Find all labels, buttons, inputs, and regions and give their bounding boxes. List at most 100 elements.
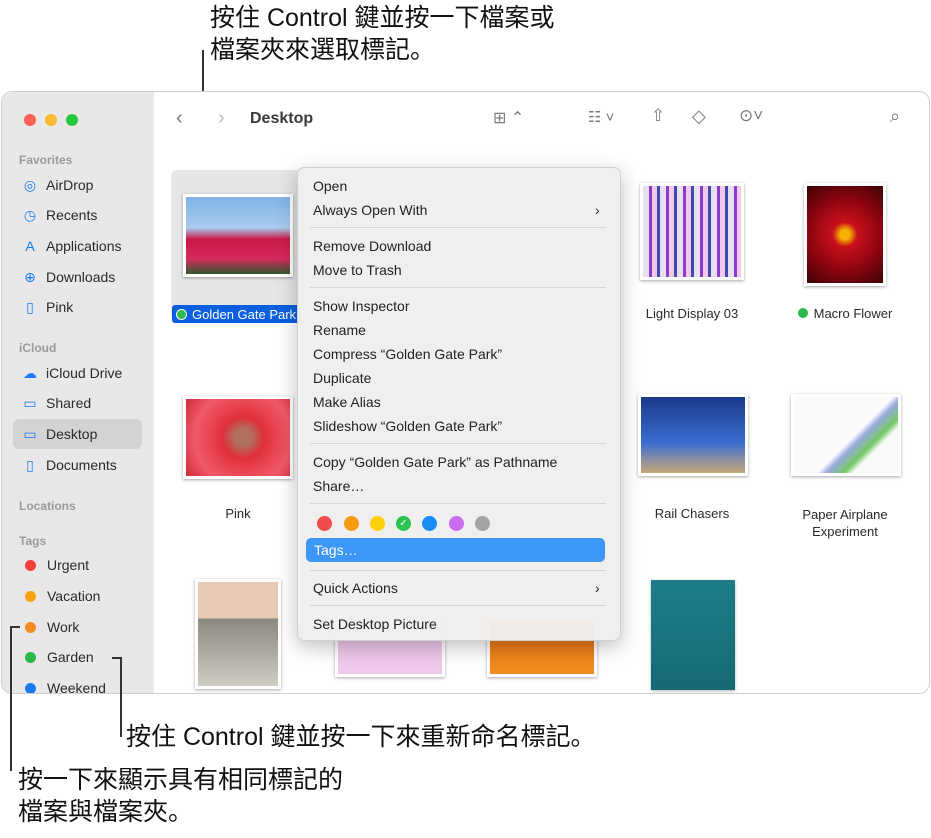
sidebar-item-documents[interactable]: ▯ Documents	[13, 450, 142, 480]
menu-separator	[310, 570, 606, 571]
menu-slideshow[interactable]: Slideshow “Golden Gate Park”	[313, 418, 502, 434]
tag-label: Work	[47, 619, 80, 635]
menu-separator	[310, 443, 606, 444]
menu-show-inspector[interactable]: Show Inspector	[313, 298, 410, 314]
menu-open[interactable]: Open	[313, 178, 347, 194]
file-macro-flower-label[interactable]: Macro Flower	[770, 306, 920, 321]
document-icon: ▯	[26, 298, 34, 315]
file-golden-gate-park-thumbnail[interactable]	[183, 194, 293, 277]
sidebar-item-label: Shared	[46, 395, 92, 411]
tag-dot-icon	[25, 651, 36, 663]
menu-quick-actions[interactable]: Quick Actions ›	[313, 580, 603, 596]
more-actions-icon[interactable]: ⊙˅	[739, 106, 763, 126]
desktop-icon: ▭	[23, 425, 37, 442]
sidebar-item-downloads[interactable]: ⊕ Downloads	[13, 262, 142, 292]
file-light-display-thumbnail[interactable]	[640, 183, 744, 280]
menu-separator	[310, 605, 606, 606]
sidebar-item-label: Desktop	[46, 426, 98, 442]
file-light-display-label[interactable]: Light Display 03	[617, 306, 767, 321]
share-icon[interactable]: ⇧	[651, 106, 665, 126]
sidebar-tag-vacation[interactable]: Vacation	[13, 581, 142, 611]
menu-move-to-trash[interactable]: Move to Trash	[313, 262, 402, 278]
cloud-icon: ☁	[23, 364, 37, 381]
menu-set-desktop-picture[interactable]: Set Desktop Picture	[313, 616, 437, 632]
finder-window: Favorites ◎ AirDrop ◷ Recents A Application…	[1, 91, 930, 694]
tag-dot-icon	[25, 682, 36, 693]
file-paper-airplane-thumbnail[interactable]	[791, 394, 901, 476]
tag-dot-icon	[25, 590, 36, 602]
menu-copy-pathname[interactable]: Copy “Golden Gate Park” as Pathname	[313, 454, 557, 470]
tag-label: Vacation	[47, 588, 101, 604]
tag-color-purple[interactable]	[449, 516, 464, 531]
file-rail-chasers-thumbnail[interactable]	[638, 394, 748, 476]
tag-dot-icon	[25, 559, 36, 571]
forward-button[interactable]: ›	[218, 107, 225, 130]
tag-color-blue[interactable]	[422, 516, 437, 531]
sidebar: Favorites ◎ AirDrop ◷ Recents A Application…	[2, 92, 154, 693]
tag-icon[interactable]: ◇	[692, 106, 706, 127]
search-icon[interactable]: ⌕	[890, 106, 900, 127]
back-button[interactable]: ‹	[176, 107, 183, 130]
menu-make-alias[interactable]: Make Alias	[313, 394, 381, 410]
sidebar-item-label: AirDrop	[46, 177, 94, 193]
zoom-button[interactable]	[66, 114, 78, 126]
view-grid-icon[interactable]: ⊞ ⌃	[493, 108, 524, 128]
menu-label: Quick Actions	[313, 580, 398, 596]
file-marketing-plan-thumbnail[interactable]	[651, 580, 735, 690]
tag-color-gray[interactable]	[475, 516, 490, 531]
menu-compress[interactable]: Compress “Golden Gate Park”	[313, 346, 502, 362]
close-button[interactable]	[24, 114, 36, 126]
shared-folder-icon: ▭	[23, 394, 37, 411]
sidebar-tag-weekend[interactable]: Weekend	[13, 673, 142, 693]
tag-label: Garden	[47, 649, 94, 665]
download-icon: ⊕	[24, 268, 36, 285]
file-bland-workshop-thumbnail[interactable]	[195, 579, 281, 689]
callout-line	[10, 626, 12, 771]
tag-label: Urgent	[47, 557, 90, 573]
tag-color-orange[interactable]	[344, 516, 359, 531]
sidebar-tag-garden[interactable]: Garden	[13, 642, 142, 672]
file-paper-airplane-label[interactable]: Paper Airplane Experiment	[770, 506, 920, 540]
tag-color-red[interactable]	[317, 516, 332, 531]
file-macro-flower-thumbnail[interactable]	[804, 183, 886, 286]
file-pink-thumbnail[interactable]	[183, 396, 293, 479]
applications-icon: A	[25, 238, 35, 254]
callout-show-tagged: 按一下來顯示具有相同標記的 檔案與檔案夾。	[18, 766, 344, 826]
menu-always-open-with[interactable]: Always Open With ›	[313, 202, 603, 218]
tag-color-yellow[interactable]	[370, 516, 385, 531]
sidebar-item-label: Documents	[46, 457, 117, 473]
sidebar-item-airdrop[interactable]: ◎ AirDrop	[13, 170, 142, 200]
callout-rename-tag: 按住 Control 鍵並按一下來重新命名標記。	[126, 723, 596, 751]
file-pink-label[interactable]: Pink	[163, 506, 313, 521]
menu-share[interactable]: Share…	[313, 478, 364, 494]
tags-header[interactable]: Tags	[19, 534, 46, 548]
sidebar-tag-work[interactable]: Work	[13, 612, 142, 642]
menu-remove-download[interactable]: Remove Download	[313, 238, 431, 254]
sidebar-item-shared[interactable]: ▭ Shared	[13, 388, 142, 418]
context-menu: Open Always Open With › Remove Download M…	[297, 167, 621, 641]
menu-tags[interactable]: Tags…	[306, 538, 605, 562]
tag-dot-icon	[25, 621, 36, 633]
clock-icon: ◷	[23, 206, 37, 223]
callout-line	[120, 657, 122, 737]
file-rail-chasers-label[interactable]: Rail Chasers	[617, 506, 767, 521]
file-golden-gate-park-label[interactable]: Golden Gate Park	[172, 305, 300, 323]
sidebar-item-pink[interactable]: ▯ Pink	[13, 292, 142, 322]
tag-color-green[interactable]: ✓	[396, 516, 411, 531]
group-by-icon[interactable]: ☷ ˅	[588, 108, 614, 126]
sidebar-item-recents[interactable]: ◷ Recents	[13, 200, 142, 230]
sidebar-item-icloud-drive[interactable]: ☁ iCloud Drive	[13, 358, 142, 388]
sidebar-item-applications[interactable]: A Applications	[13, 231, 142, 261]
menu-rename[interactable]: Rename	[313, 322, 366, 338]
sidebar-item-desktop[interactable]: ▭ Desktop	[13, 419, 142, 449]
locations-header[interactable]: Locations	[19, 499, 76, 513]
favorites-header: Favorites	[19, 153, 73, 167]
minimize-button[interactable]	[45, 114, 57, 126]
tag-dot-icon	[176, 308, 187, 320]
menu-separator	[310, 503, 606, 504]
file-name: Macro Flower	[813, 306, 893, 321]
callout-select-tags: 按住 Control 鍵並按一下檔案或 檔案夾來選取標記。	[210, 4, 555, 64]
menu-duplicate[interactable]: Duplicate	[313, 370, 371, 386]
sidebar-tag-urgent[interactable]: Urgent	[13, 550, 142, 580]
tag-dot-icon	[797, 308, 808, 318]
